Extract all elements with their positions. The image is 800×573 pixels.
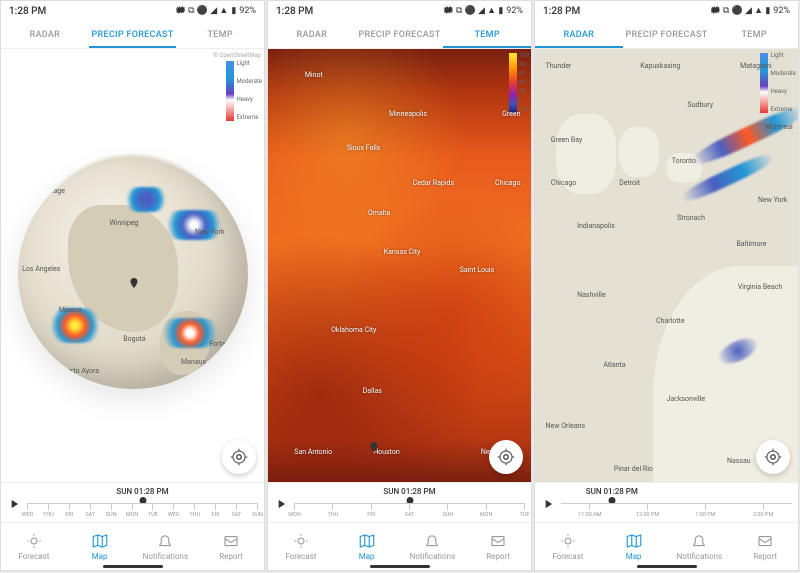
- legend-labels: 100 80 60 40 20 0 -20: [519, 53, 529, 113]
- timeline-time: SUN 01:28 PM: [383, 487, 435, 496]
- legend-labels: Light Moderate Heavy Extreme: [770, 53, 796, 113]
- play-button[interactable]: [541, 496, 555, 510]
- city-okc: Oklahoma City: [331, 326, 376, 334]
- nav-forecast[interactable]: Forecast: [268, 523, 334, 570]
- status-time: 1:28 PM: [543, 6, 580, 17]
- home-indicator[interactable]: [103, 565, 163, 568]
- city-minot: Minot: [305, 71, 323, 79]
- timeline: SUN 01:28 PM 11:00 AM 12:00 PM 1:00 PM 2…: [535, 482, 798, 522]
- nav-notifications[interactable]: Notifications: [133, 523, 199, 570]
- timeline: SUN 01:28 PM MON THU FRI SAT SUN MON TUE: [268, 482, 531, 522]
- globe[interactable]: Anchorage Winnipeg New York Los Angeles …: [18, 159, 248, 389]
- bottom-nav: Forecast Map Notifications Report: [1, 522, 264, 570]
- home-indicator[interactable]: [370, 565, 430, 568]
- city-winnipeg: Winnipeg: [110, 219, 139, 227]
- bottom-nav: Forecast Map Notifications Report: [535, 522, 798, 570]
- city-mpls: Minneapolis: [389, 110, 427, 118]
- nav-report[interactable]: Report: [198, 523, 264, 570]
- city-stlouis: Saint Louis: [460, 266, 495, 274]
- city-puerto: Puerto Ayora: [59, 367, 99, 375]
- legend: Light Moderate Heavy Extreme: [226, 61, 262, 121]
- status-bar: 1:28 PM 🗰 ⧉ ⚫ ◢ ▲ ▮ 92%: [1, 1, 264, 21]
- city-cedar: Cedar Rapids: [413, 179, 454, 187]
- city-dallas: Dallas: [363, 387, 382, 395]
- nav-forecast[interactable]: Forecast: [1, 523, 67, 570]
- battery-icon: ▮: [231, 6, 236, 16]
- play-button[interactable]: [7, 496, 21, 510]
- tab-temp[interactable]: TEMP: [710, 21, 798, 48]
- legend: 100 80 60 40 20 0 -20: [509, 53, 529, 113]
- map-attribution: © OpenStreetMap: [213, 52, 261, 59]
- map-area[interactable]: 100 80 60 40 20 0 -20 Minot Minneapolis …: [268, 49, 531, 482]
- screen-radar: 1:28 PM 🗰 ⧉ ⚫ ◢ ▲ ▮ 92% RADAR PRECIP FOR…: [534, 0, 799, 571]
- status-indicators: 🗰 ⧉ ⚫ ◢ ▲ ▮ 92%: [443, 3, 523, 19]
- city-sioux: Sioux Falls: [347, 144, 381, 152]
- city-anchorage: Anchorage: [31, 187, 65, 195]
- locate-button[interactable]: [756, 440, 790, 474]
- timeline-ticks: 11:00 AM 12:00 PM 1:00 PM 2:00 PM: [561, 503, 792, 511]
- city-manaus: Manaus: [181, 358, 206, 366]
- map-background: [535, 49, 798, 482]
- bottom-nav: Forecast Map Notifications Report: [268, 522, 531, 570]
- location-pin: [368, 438, 380, 456]
- city-newyork: New York: [195, 228, 225, 236]
- tab-radar[interactable]: RADAR: [1, 21, 89, 48]
- timeline-track[interactable]: SUN 01:28 PM WED THU FRI SAT SUN MON TUE…: [27, 487, 258, 519]
- tab-radar[interactable]: RADAR: [268, 21, 356, 48]
- tab-precip[interactable]: PRECIP FORECAST: [89, 21, 177, 48]
- nav-map[interactable]: Map: [334, 523, 400, 570]
- city-omaha: Omaha: [368, 209, 390, 217]
- legend-bar: [509, 53, 517, 113]
- tab-temp[interactable]: TEMP: [176, 21, 264, 48]
- tab-precip[interactable]: PRECIP FORECAST: [356, 21, 444, 48]
- status-time: 1:28 PM: [9, 6, 46, 17]
- status-bar: 1:28 PM 🗰 ⧉ ⚫ ◢ ▲ ▮ 92%: [535, 1, 798, 21]
- city-fortaleza: Fortaleza: [209, 340, 238, 348]
- timeline-time: SUN 01:28 PM: [586, 487, 638, 496]
- timeline-track[interactable]: SUN 01:28 PM MON THU FRI SAT SUN MON TUE: [294, 487, 525, 519]
- status-bar: 1:28 PM 🗰 ⧉ ⚫ ◢ ▲ ▮ 92%: [268, 1, 531, 21]
- city-bogota: Bogotá: [123, 335, 145, 343]
- city-chicago: Chicago: [495, 179, 521, 187]
- nav-map[interactable]: Map: [601, 523, 667, 570]
- nav-report[interactable]: Report: [465, 523, 531, 570]
- layer-tabs: RADAR PRECIP FORECAST TEMP: [268, 21, 531, 49]
- location-pin: [128, 274, 140, 292]
- nav-forecast[interactable]: Forecast: [535, 523, 601, 570]
- timeline-ticks: MON THU FRI SAT SUN MON TUE: [294, 503, 525, 511]
- city-sanantonio: San Antonio: [294, 448, 332, 456]
- play-button[interactable]: [274, 496, 288, 510]
- locate-button[interactable]: [489, 440, 523, 474]
- status-indicators: 🗰 ⧉ ⚫ ◢ ▲ ▮ 92%: [175, 3, 256, 19]
- map-area[interactable]: Light Moderate Heavy Extreme Thunder Kap…: [535, 49, 798, 482]
- status-time: 1:28 PM: [276, 6, 313, 17]
- city-kc: Kansas City: [384, 248, 421, 256]
- nav-map[interactable]: Map: [67, 523, 133, 570]
- home-indicator[interactable]: [637, 565, 697, 568]
- timeline: SUN 01:28 PM WED THU FRI SAT SUN MON TUE…: [1, 482, 264, 522]
- tab-temp[interactable]: TEMP: [443, 21, 531, 48]
- legend-bar: [226, 61, 234, 121]
- tab-radar[interactable]: RADAR: [535, 21, 623, 48]
- city-mexico: México: [59, 306, 82, 314]
- timeline-time: SUN 01:28 PM: [116, 487, 168, 496]
- city-green: Green: [502, 110, 520, 118]
- layer-tabs: RADAR PRECIP FORECAST TEMP: [535, 21, 798, 49]
- screen-precip-forecast: 1:28 PM 🗰 ⧉ ⚫ ◢ ▲ ▮ 92% RADAR PRECIP FOR…: [0, 0, 265, 571]
- timeline-track[interactable]: SUN 01:28 PM 11:00 AM 12:00 PM 1:00 PM 2…: [561, 487, 792, 519]
- tab-precip[interactable]: PRECIP FORECAST: [623, 21, 711, 48]
- timeline-ticks: WED THU FRI SAT SUN MON TUE WED THU FRI …: [27, 503, 258, 511]
- map-area[interactable]: © OpenStreetMap Light Moderate Heavy Ext…: [1, 49, 264, 482]
- screen-temp: 1:28 PM 🗰 ⧉ ⚫ ◢ ▲ ▮ 92% RADAR PRECIP FOR…: [267, 0, 532, 571]
- nav-notifications[interactable]: Notifications: [667, 523, 733, 570]
- locate-button[interactable]: [222, 440, 256, 474]
- legend-labels: Light Moderate Heavy Extreme: [236, 61, 262, 121]
- layer-tabs: RADAR PRECIP FORECAST TEMP: [1, 21, 264, 49]
- nav-report[interactable]: Report: [732, 523, 798, 570]
- city-la: Los Angeles: [22, 265, 60, 273]
- battery-pct: 92%: [239, 6, 256, 16]
- nav-notifications[interactable]: Notifications: [400, 523, 466, 570]
- status-indicators: 🗰 ⧉ ⚫ ◢ ▲ ▮ 92%: [710, 3, 790, 19]
